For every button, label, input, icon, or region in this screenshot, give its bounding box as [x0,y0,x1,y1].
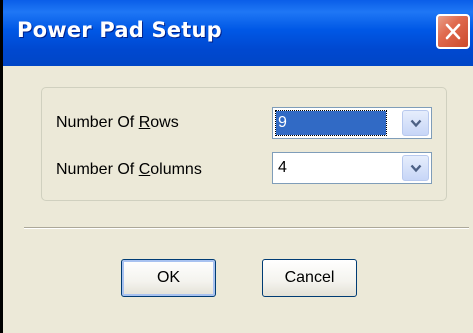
columns-label: Number Of Columns [56,161,202,179]
columns-combobox[interactable]: 4 [272,152,432,184]
columns-dropdown-button[interactable] [402,155,429,181]
ok-button[interactable]: OK [121,259,216,297]
cancel-button[interactable]: Cancel [262,259,357,297]
chevron-down-icon [410,119,422,128]
columns-label-accesskey: C [138,161,151,178]
chevron-down-icon [410,164,422,173]
rows-label: Number Of Rows [56,114,179,132]
window-title: Power Pad Setup [17,18,222,42]
rows-label-text-end: ows [150,114,179,131]
dialog-window: Power Pad Setup Number Of Rows 9 Number … [3,0,473,333]
title-bar[interactable]: Power Pad Setup [3,0,473,66]
columns-value[interactable]: 4 [276,156,287,180]
columns-label-text-end: olumns [150,161,202,178]
dialog-body: Number Of Rows 9 Number Of Columns 4 OK … [3,66,473,333]
close-button[interactable] [436,14,470,49]
separator [24,227,469,229]
columns-label-text: Number Of [56,161,139,178]
close-icon [445,23,461,40]
rows-combobox[interactable]: 9 [272,107,432,139]
rows-label-text: Number Of [56,114,139,131]
rows-value[interactable]: 9 [275,110,387,136]
rows-label-accesskey: R [138,114,151,131]
rows-dropdown-button[interactable] [402,110,429,136]
